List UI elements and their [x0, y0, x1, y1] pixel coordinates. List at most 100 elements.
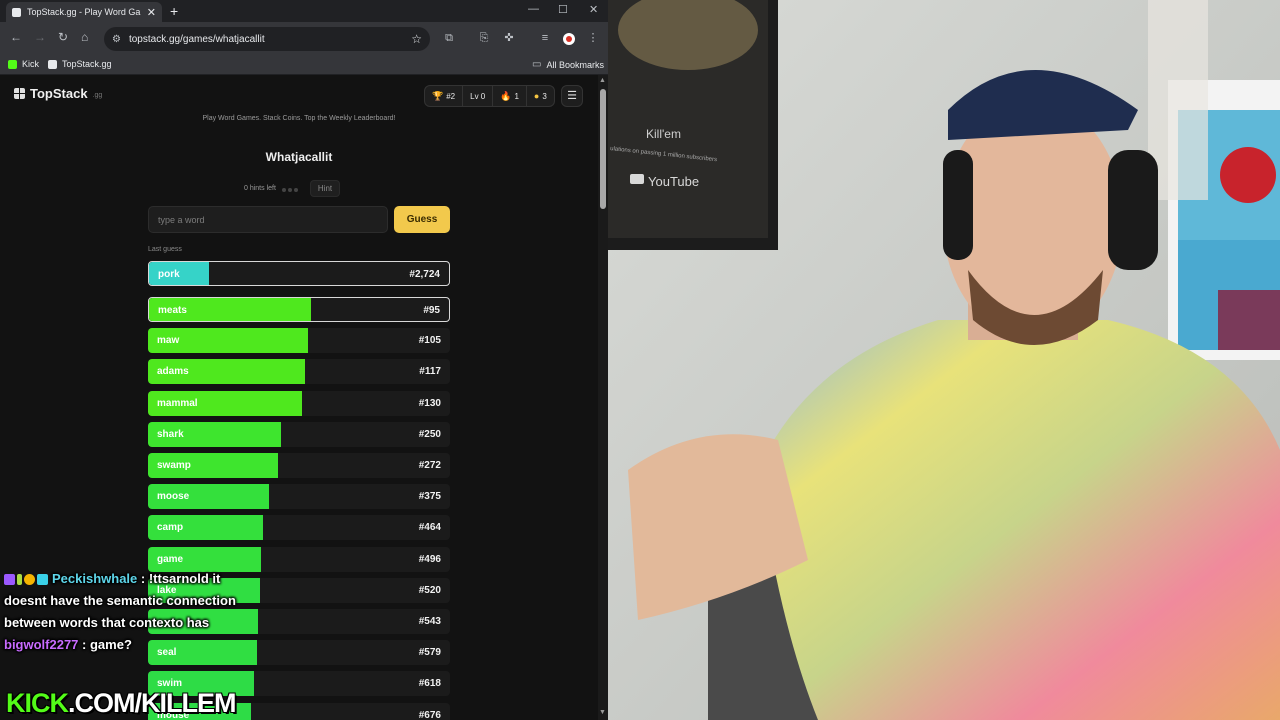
- site-header: TopStack .gg 🏆 #2 Lv 0 🔥 1 ● 3 ☰: [0, 75, 598, 111]
- chat-username: Peckishwhale: [52, 571, 138, 586]
- coin-icon: ●: [533, 91, 540, 101]
- guess-rank: #105: [418, 335, 441, 347]
- guess-rank: #375: [418, 491, 441, 503]
- stat-2[interactable]: 🔥 1: [493, 86, 527, 106]
- folder-icon: ▭: [532, 59, 542, 70]
- brand-rest: .COM/KILLEM: [68, 688, 236, 718]
- back-icon[interactable]: ←: [10, 30, 22, 44]
- logo-icon: [14, 88, 25, 99]
- plaque-brand: YouTube: [648, 174, 699, 189]
- url-text: topstack.gg/games/whatjacallit: [128, 33, 265, 45]
- tagline: Play Word Games. Stack Coins. Top the We…: [202, 115, 396, 122]
- trophy-icon: 🏆: [432, 90, 444, 101]
- home-icon[interactable]: ⌂: [81, 30, 88, 44]
- user-stats[interactable]: 🏆 #2 Lv 0 🔥 1 ● 3: [424, 85, 555, 107]
- forward-icon[interactable]: →: [34, 30, 46, 44]
- logo-suffix: .gg: [92, 92, 103, 99]
- guess-row: camp #464: [148, 515, 450, 541]
- stream-chat-overlay: Peckishwhale : !ttsarnold it doesnt have…: [4, 568, 254, 656]
- logo-text: TopStack: [30, 86, 88, 101]
- chat-text: game?: [89, 637, 132, 652]
- guess-rank: #579: [418, 647, 441, 659]
- kebab-menu-icon[interactable]: ⋮: [587, 32, 599, 44]
- translate-icon[interactable]: ⎘: [478, 32, 490, 44]
- tab-title: TopStack.gg - Play Word Games: [27, 7, 141, 17]
- scroll-down-icon[interactable]: ▼: [599, 709, 606, 716]
- mod-badge-icon: [37, 574, 48, 586]
- guess-word: maw: [157, 335, 180, 347]
- close-tab-icon[interactable]: ✕: [147, 6, 156, 19]
- record-icon[interactable]: [563, 33, 575, 45]
- stat-3[interactable]: ● 3: [527, 86, 554, 106]
- guess-word: shark: [157, 428, 184, 440]
- hint-button[interactable]: Hint: [309, 179, 341, 197]
- last-guess-label: Last guess: [148, 246, 182, 253]
- guess-rank: #250: [418, 428, 441, 440]
- guess-input[interactable]: [148, 206, 388, 233]
- stat-1[interactable]: Lv 0: [463, 86, 494, 106]
- game-title: Whatjacallit: [265, 150, 333, 164]
- minimize-icon[interactable]: —: [528, 3, 539, 15]
- guess-rank: #130: [418, 397, 441, 409]
- tab-favicon-icon: [12, 7, 21, 17]
- all-bookmarks[interactable]: ▭ All Bookmarks: [532, 59, 604, 70]
- page-scrollbar[interactable]: ▲ ▼: [598, 75, 608, 720]
- extension-puzzle-icon[interactable]: ✜: [503, 32, 515, 44]
- tab-bar: TopStack.gg - Play Word Games ✕ + — ☐ ✕: [0, 0, 608, 22]
- chat-username: bigwolf2277: [4, 637, 79, 652]
- guess-rank: #117: [419, 366, 441, 378]
- plaque-text: Kill'em: [646, 127, 681, 141]
- bookmark-star-icon[interactable]: ☆: [411, 32, 422, 46]
- stat-0[interactable]: 🏆 #2: [425, 86, 464, 106]
- bookmark-label: TopStack.gg: [62, 59, 112, 69]
- guess-row: shark #250: [148, 421, 450, 447]
- guess-rank: #272: [418, 460, 441, 471]
- media-icon[interactable]: ≡: [539, 32, 551, 44]
- hint-row: 0 hints left Hint: [244, 179, 341, 197]
- topstack-favicon-icon: [48, 59, 57, 69]
- site-logo[interactable]: TopStack .gg: [14, 86, 102, 101]
- mm-figure: [1220, 147, 1276, 203]
- guess-rank: #520: [418, 584, 441, 596]
- scroll-up-icon[interactable]: ▲: [599, 77, 606, 84]
- bookmark-kick[interactable]: Kick: [8, 59, 39, 69]
- address-bar[interactable]: ⚙ topstack.gg/games/whatjacallit ☆: [104, 27, 430, 51]
- stat-value: 3: [542, 91, 547, 101]
- guess-row: mammal #130: [148, 390, 450, 416]
- reload-icon[interactable]: ↻: [58, 30, 68, 44]
- guess-word: adams: [157, 366, 189, 378]
- browser-tab[interactable]: TopStack.gg - Play Word Games ✕: [6, 2, 162, 22]
- sub-badge-icon: [4, 574, 15, 586]
- hamburger-menu-icon[interactable]: ☰: [561, 85, 583, 107]
- youtube-logo-icon: [630, 174, 644, 184]
- site-info-icon[interactable]: ⚙: [112, 34, 121, 45]
- guess-rank: #618: [418, 678, 441, 690]
- guess-button[interactable]: Guess: [394, 206, 450, 233]
- webcam-feed: Kill'em ulations on passing 1 million su…: [608, 0, 1280, 720]
- stat-value: #2: [446, 91, 456, 101]
- new-tab-icon[interactable]: +: [170, 3, 178, 19]
- bookmark-topstack[interactable]: TopStack.gg: [48, 59, 112, 69]
- guess-word: mammal: [157, 397, 198, 409]
- close-window-icon[interactable]: ✕: [589, 3, 598, 16]
- tie-dye-shirt: [758, 320, 1280, 720]
- stream-brand-watermark: KICK.COM/KILLEM: [6, 688, 236, 718]
- brand-prefix: KICK: [6, 688, 69, 718]
- all-bookmarks-label: All Bookmarks: [546, 59, 604, 70]
- hints-left: 0 hints left: [244, 184, 276, 192]
- scroll-thumb[interactable]: [600, 89, 606, 209]
- guess-row: meats #95: [148, 297, 450, 322]
- extensions-icon[interactable]: ⧉: [443, 32, 455, 44]
- guess-word: moose: [157, 491, 190, 503]
- chat-badges: [4, 574, 48, 586]
- guess-word: meats: [158, 305, 187, 316]
- coin-badge-icon: [24, 574, 35, 586]
- webcam-scene: Kill'em ulations on passing 1 million su…: [608, 0, 1280, 720]
- gift-badge-icon: [17, 574, 22, 586]
- bookmark-label: Kick: [22, 59, 40, 69]
- guess-row: swamp #272: [148, 453, 450, 478]
- maximize-icon[interactable]: ☐: [558, 3, 568, 16]
- bookmarks-bar: Kick TopStack.gg ▭ All Bookmarks: [0, 56, 608, 75]
- kick-favicon-icon: [8, 59, 17, 69]
- chat-message: bigwolf2277 : game?: [4, 637, 132, 652]
